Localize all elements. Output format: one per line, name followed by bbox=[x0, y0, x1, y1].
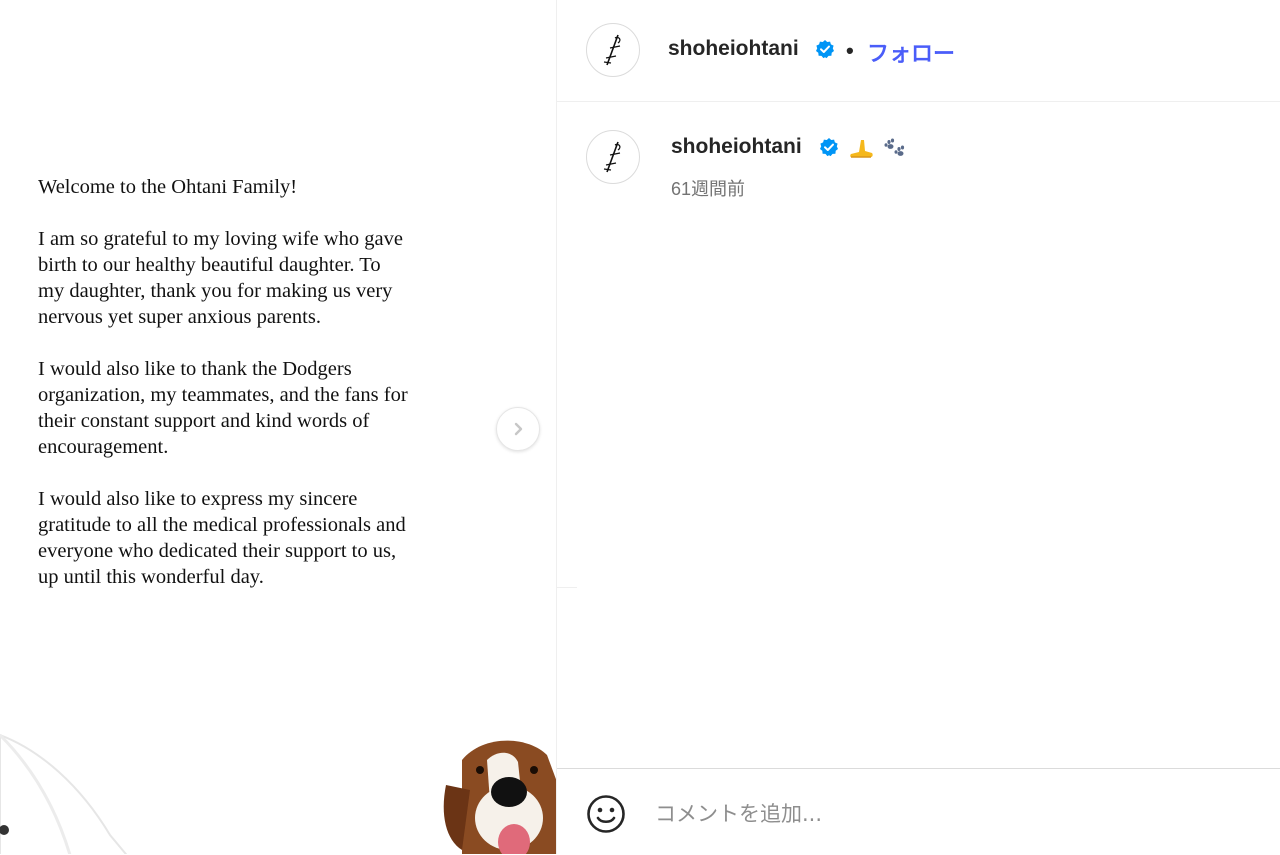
avatar[interactable] bbox=[586, 23, 640, 77]
comment-input[interactable] bbox=[653, 795, 1217, 833]
post-paragraph: Welcome to the Ohtani Family! bbox=[38, 176, 298, 198]
caption-username[interactable]: shoheiohtani bbox=[671, 135, 802, 159]
verified-badge-icon bbox=[820, 138, 838, 157]
post-paragraph: I would also like to express my sincere … bbox=[38, 488, 406, 588]
post-header: shoheiohtani • フォロー bbox=[557, 0, 1280, 102]
person-illustration bbox=[0, 733, 128, 854]
profile-logo-icon bbox=[603, 34, 621, 66]
dog-illustration bbox=[443, 740, 556, 854]
post-paragraph: I am so grateful to my loving wife who g… bbox=[38, 228, 403, 328]
foot-emoji-icon bbox=[850, 140, 873, 158]
header-username[interactable]: shoheiohtani bbox=[668, 37, 799, 61]
emoji-picker-icon[interactable] bbox=[585, 793, 627, 835]
post-image-text: Welcome to the Ohtani Family! I am so gr… bbox=[38, 174, 408, 616]
avatar[interactable] bbox=[586, 130, 640, 184]
verified-badge-icon bbox=[816, 40, 834, 59]
separator-dot: • bbox=[846, 38, 854, 63]
post-details-panel: shoheiohtani • フォロー shoheiohtani 61週間前 コ… bbox=[556, 0, 1280, 855]
chevron-right-icon bbox=[514, 422, 523, 436]
post-media: Welcome to the Ohtani Family! I am so gr… bbox=[0, 0, 556, 854]
next-image-button[interactable] bbox=[496, 407, 540, 451]
post-timestamp[interactable]: 61週間前 bbox=[671, 175, 745, 201]
divider bbox=[557, 587, 577, 588]
follow-button[interactable]: フォロー bbox=[867, 36, 955, 68]
comment-bar bbox=[557, 768, 1280, 855]
paw-prints-emoji-icon bbox=[884, 138, 905, 156]
post-paragraph: I would also like to thank the Dodgers o… bbox=[38, 358, 408, 458]
profile-logo-icon bbox=[603, 141, 621, 173]
